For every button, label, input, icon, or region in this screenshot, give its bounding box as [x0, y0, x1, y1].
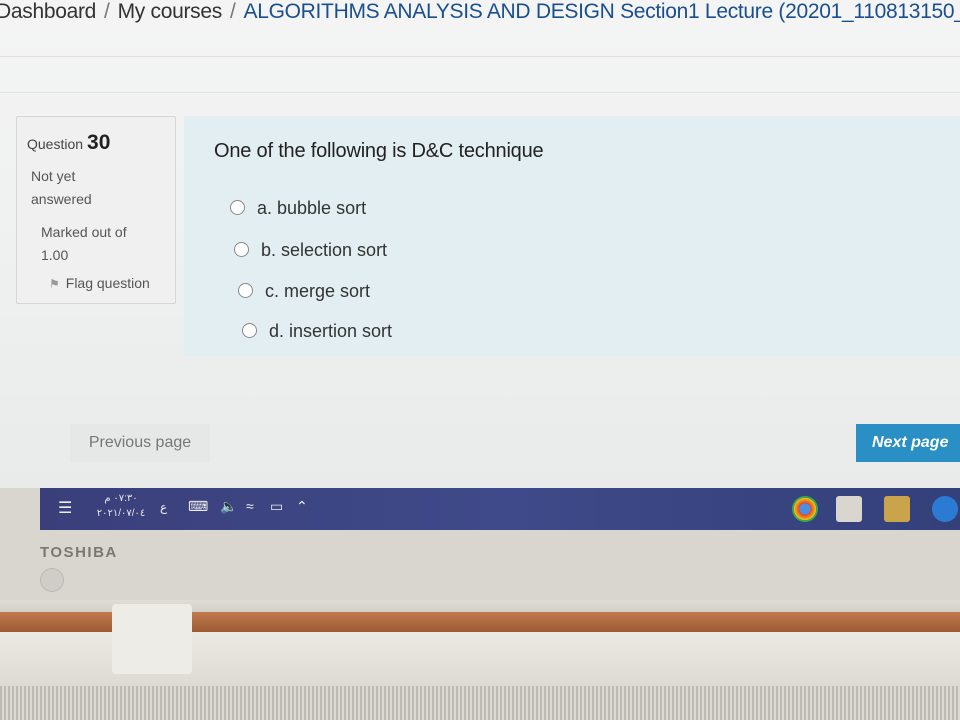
- radio-button[interactable]: [234, 241, 249, 257]
- answer-option-b[interactable]: b. selection sort: [234, 240, 387, 261]
- answer-option-a[interactable]: a. bubble sort: [230, 198, 366, 219]
- clock-date: ٢٠٢١/٠٧/٠٤: [96, 508, 146, 519]
- question-grade: Marked out of 1.00: [41, 221, 127, 267]
- radio-button[interactable]: [238, 282, 253, 298]
- question-number-label: Question 30: [27, 131, 110, 155]
- option-label: a. bubble sort: [257, 198, 367, 218]
- option-label: b. selection sort: [261, 240, 388, 260]
- file-explorer-icon[interactable]: [884, 496, 910, 522]
- question-state: Not yet answered: [31, 165, 92, 211]
- clock-time: ٠٧:٣٠ م: [104, 493, 138, 504]
- question-label: Question: [27, 136, 84, 152]
- next-page-button[interactable]: Next page: [856, 424, 960, 462]
- answer-option-d[interactable]: d. insertion sort: [242, 321, 392, 342]
- taskbar-clock[interactable]: ٠٧:٣٠ م ٢٠٢١/٠٧/٠٤: [96, 491, 146, 521]
- state-line: Not yet: [31, 168, 76, 184]
- previous-page-button[interactable]: Previous page: [70, 424, 210, 462]
- chrome-icon[interactable]: [792, 496, 818, 522]
- breadcrumb: Dashboard / My courses / ALGORITHMS ANALYSIS…: [0, 0, 960, 34]
- breadcrumb-course[interactable]: ALGORITHMS ANALYSIS AND DESIGN Section1 …: [244, 0, 960, 23]
- answer-option-c[interactable]: c. merge sort: [238, 281, 370, 302]
- question-info-panel: Question 30 Not yet answered Marked out o…: [16, 116, 176, 304]
- breadcrumb-my-courses[interactable]: My courses: [118, 0, 223, 23]
- breadcrumb-dashboard[interactable]: Dashboard: [0, 0, 96, 23]
- battery-icon[interactable]: ▭: [270, 498, 283, 515]
- screen: Dashboard / My courses / ALGORITHMS ANALYSIS…: [0, 0, 960, 488]
- language-indicator[interactable]: ع: [160, 500, 167, 514]
- breadcrumb-separator: /: [104, 0, 110, 23]
- hinge-cover: [112, 604, 192, 674]
- notification-center-icon[interactable]: ☰: [58, 498, 80, 518]
- keyboard-icon[interactable]: ⌨: [188, 498, 208, 515]
- option-label: c. merge sort: [265, 281, 371, 301]
- flag-question-label: Flag question: [65, 275, 150, 291]
- option-label: d. insertion sort: [269, 321, 393, 341]
- chevron-up-icon[interactable]: ⌃: [296, 498, 308, 515]
- webcam-icon: [40, 568, 64, 592]
- state-line: answered: [31, 191, 92, 207]
- flag-icon: ⚑: [49, 277, 60, 291]
- grade-value: 1.00: [41, 247, 69, 263]
- breadcrumb-separator: /: [229, 0, 236, 23]
- question-content: One of the following is D&C technique a.…: [184, 116, 960, 356]
- grade-line: Marked out of: [41, 224, 127, 240]
- question-number: 30: [87, 131, 111, 154]
- wifi-icon[interactable]: ≈: [246, 498, 254, 514]
- divider: [0, 92, 960, 93]
- radio-button[interactable]: [230, 199, 245, 215]
- radio-button[interactable]: [242, 322, 257, 338]
- flag-question-link[interactable]: ⚑ Flag question: [49, 275, 150, 291]
- edge-icon[interactable]: [932, 496, 958, 522]
- volume-icon[interactable]: 🔈: [220, 498, 237, 515]
- divider: [0, 56, 960, 57]
- store-icon[interactable]: [836, 496, 862, 522]
- taskbar: ☰ ٠٧:٣٠ م ٢٠٢١/٠٧/٠٤ ع ⌨ 🔈 ≈ ▭ ⌃: [40, 488, 960, 530]
- laptop-brand-logo: TOSHIBA: [40, 544, 118, 561]
- question-text: One of the following is D&C technique: [214, 140, 544, 162]
- speaker-grille: [0, 686, 960, 720]
